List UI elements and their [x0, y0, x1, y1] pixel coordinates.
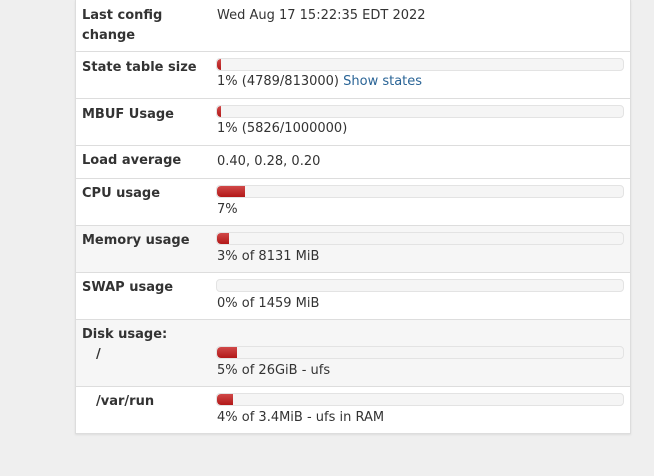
disk-root-progress-bar	[216, 346, 624, 359]
mbuf-progress-bar	[216, 105, 624, 118]
load-average-label: Load average	[82, 153, 182, 168]
state-table-label: State table size	[82, 60, 197, 75]
row-disk-usage-varrun: /var/run 4% of 3.4MiB - ufs in RAM	[76, 386, 630, 433]
disk-varrun-detail: 4% of 3.4MiB - ufs in RAM	[217, 410, 385, 425]
state-table-detail: 1% (4789/813000) Show states	[217, 72, 422, 92]
disk-varrun-progress-fill	[217, 394, 234, 405]
mbuf-progress-fill	[217, 106, 222, 117]
row-mbuf-usage: MBUF Usage 1% (5826/1000000)	[76, 98, 630, 145]
last-config-label: Last config change	[82, 6, 162, 46]
disk-usage-label: Disk usage:	[82, 327, 168, 342]
row-cpu-usage: CPU usage 7%	[76, 178, 630, 225]
cpu-detail: 7%	[217, 202, 238, 217]
swap-detail: 0% of 1459 MiB	[217, 296, 320, 311]
state-table-detail-text: 1% (4789/813000)	[217, 74, 339, 89]
swap-label: SWAP usage	[82, 280, 174, 295]
memory-detail: 3% of 8131 MiB	[217, 249, 320, 264]
system-information-panel: Last config change Wed Aug 17 15:22:35 E…	[75, 0, 631, 434]
memory-progress-bar	[216, 232, 624, 245]
swap-progress-bar	[216, 279, 624, 292]
cpu-label: CPU usage	[82, 186, 161, 201]
last-config-label-line2: change	[82, 28, 136, 43]
state-table-progress-fill	[217, 59, 222, 70]
show-states-link[interactable]: Show states	[343, 74, 422, 89]
row-memory-usage: Memory usage 3% of 8131 MiB	[76, 225, 630, 272]
cpu-progress-fill	[217, 186, 246, 197]
memory-progress-fill	[217, 233, 230, 244]
state-table-progress-bar	[216, 58, 624, 71]
row-state-table-size: State table size 1% (4789/813000) Show s…	[76, 51, 630, 98]
disk-root-mount-label: /	[96, 347, 101, 362]
memory-label: Memory usage	[82, 233, 190, 248]
row-last-config-change: Last config change Wed Aug 17 15:22:35 E…	[76, 0, 630, 52]
last-config-value: Wed Aug 17 15:22:35 EDT 2022	[217, 8, 426, 23]
disk-varrun-progress-bar	[216, 393, 624, 406]
mbuf-label: MBUF Usage	[82, 107, 174, 122]
last-config-label-line1: Last config	[82, 8, 163, 23]
disk-root-progress-fill	[217, 347, 238, 358]
row-swap-usage: SWAP usage 0% of 1459 MiB	[76, 272, 630, 319]
disk-varrun-mount-label: /var/run	[96, 394, 155, 409]
disk-root-detail: 5% of 26GiB - ufs	[217, 363, 331, 378]
mbuf-detail: 1% (5826/1000000)	[217, 121, 348, 136]
row-disk-usage-root: Disk usage: / 5% of 26GiB - ufs	[76, 319, 630, 386]
row-load-average: Load average 0.40, 0.28, 0.20	[76, 145, 630, 178]
cpu-progress-bar	[216, 185, 624, 198]
load-average-value: 0.40, 0.28, 0.20	[217, 154, 321, 169]
